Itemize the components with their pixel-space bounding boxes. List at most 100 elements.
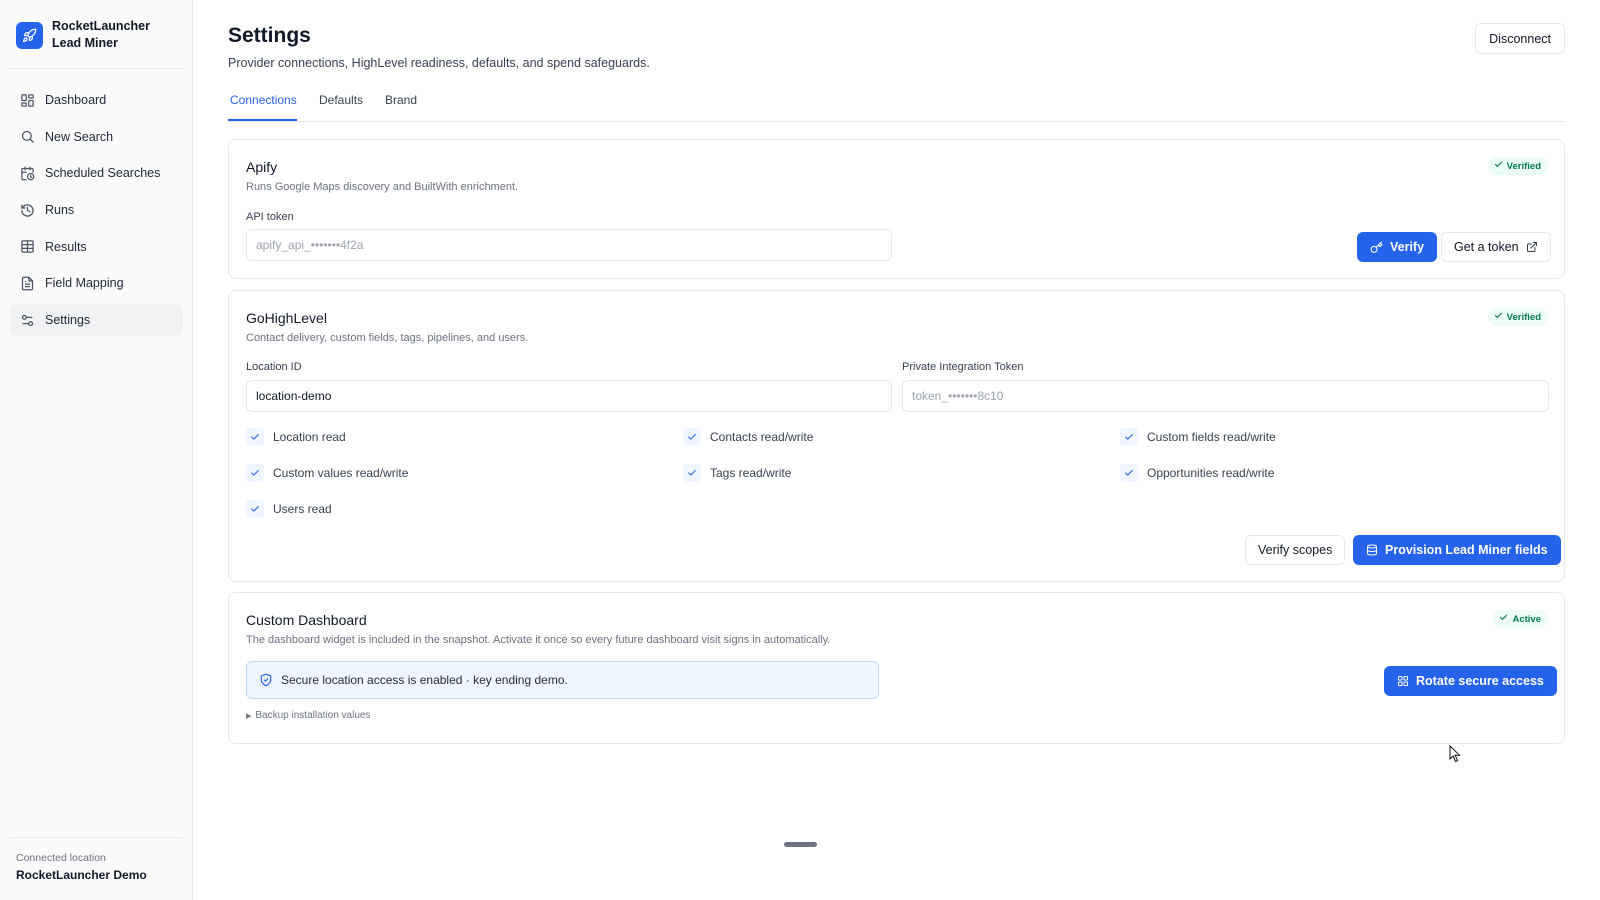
sidebar-item-dashboard[interactable]: Dashboard: [10, 84, 183, 116]
sidebar-item-new-search[interactable]: New Search: [10, 121, 183, 153]
rotate-secure-access-button[interactable]: Rotate secure access: [1384, 666, 1557, 696]
sidebar-nav: Dashboard New Search Scheduled Searches …: [10, 84, 183, 341]
scope-label: Opportunities read/write: [1147, 466, 1275, 480]
file-text-icon: [20, 276, 35, 291]
page-title: Settings: [228, 24, 311, 47]
location-id-label: Location ID: [246, 361, 302, 373]
sidebar-item-settings[interactable]: Settings: [10, 304, 183, 337]
check-icon: [1120, 464, 1138, 482]
brand[interactable]: RocketLauncher Lead Miner: [16, 18, 150, 52]
check-icon: [1494, 311, 1503, 323]
verified-badge: Verified: [1487, 308, 1548, 326]
table-icon: [20, 239, 35, 254]
apify-card: Apify Runs Google Maps discovery and Bui…: [228, 139, 1565, 279]
badge-label: Active: [1512, 613, 1541, 625]
apify-description: Runs Google Maps discovery and BuiltWith…: [246, 181, 519, 193]
verify-scopes-button[interactable]: Verify scopes: [1245, 535, 1346, 565]
scope-item: Custom values read/write: [246, 464, 408, 482]
connected-location-value: RocketLauncher Demo: [16, 868, 147, 882]
backup-installation-toggle[interactable]: ▶ Backup installation values: [246, 710, 370, 721]
sidebar-item-label: Settings: [45, 313, 91, 328]
grid-icon: [1397, 675, 1409, 687]
search-icon: [20, 129, 35, 144]
sidebar-item-label: Dashboard: [45, 93, 107, 107]
sidebar-item-label: Field Mapping: [45, 276, 124, 291]
rotate-secure-access-label: Rotate secure access: [1416, 674, 1544, 688]
sidebar-item-results[interactable]: Results: [10, 231, 183, 263]
get-token-label: Get a token: [1454, 240, 1519, 254]
scope-label: Contacts read/write: [710, 430, 814, 444]
divider: [10, 837, 182, 838]
scope-item: Contacts read/write: [683, 428, 813, 446]
database-icon: [1366, 544, 1378, 556]
dashboard-icon: [20, 93, 35, 108]
sliders-icon: [20, 313, 35, 328]
sidebar-item-label: Runs: [45, 203, 75, 218]
sidebar: RocketLauncher Lead Miner Dashboard New …: [0, 0, 193, 900]
app-name-line2: Lead Miner: [52, 36, 118, 50]
check-icon: [246, 500, 264, 518]
sidebar-item-label: Results: [45, 239, 87, 254]
secure-access-notice: Secure location access is enabled · key …: [246, 661, 879, 699]
tab-connections[interactable]: Connections: [230, 93, 297, 115]
scope-label: Users read: [273, 502, 332, 516]
check-icon: [1499, 613, 1508, 625]
verify-button-label: Verify: [1390, 240, 1425, 254]
rocket-logo-icon: [16, 21, 43, 49]
scope-label: Tags read/write: [710, 466, 792, 480]
custom-dashboard-card: Custom Dashboard The dashboard widget is…: [228, 592, 1565, 744]
check-icon: [683, 428, 701, 446]
shield-check-icon: [259, 673, 273, 687]
gohighlevel-description: Contact delivery, custom fields, tags, p…: [246, 332, 529, 344]
scope-item: Users read: [246, 500, 332, 518]
scope-item: Custom fields read/write: [1120, 428, 1276, 446]
sidebar-item-scheduled-searches[interactable]: Scheduled Searches: [10, 157, 183, 189]
disconnect-button[interactable]: Disconnect: [1475, 23, 1565, 54]
check-icon: [246, 464, 264, 482]
scope-item: Location read: [246, 428, 346, 446]
check-icon: [683, 464, 701, 482]
mouse-pointer-icon: [1449, 744, 1461, 768]
provision-fields-button[interactable]: Provision Lead Miner fields: [1353, 535, 1561, 565]
scope-item: Tags read/write: [683, 464, 791, 482]
verified-badge: Verified: [1487, 157, 1548, 175]
apify-title: Apify: [246, 159, 278, 175]
sidebar-item-runs[interactable]: Runs: [10, 194, 183, 226]
scope-label: Custom fields read/write: [1147, 430, 1276, 444]
scope-label: Custom values read/write: [273, 466, 409, 480]
tab-defaults[interactable]: Defaults: [319, 93, 363, 115]
api-token-label: API token: [246, 211, 294, 223]
sidebar-item-label: Scheduled Searches: [45, 166, 161, 181]
check-icon: [1120, 428, 1138, 446]
verify-button[interactable]: Verify: [1357, 232, 1438, 262]
provision-fields-label: Provision Lead Miner fields: [1385, 543, 1548, 557]
badge-label: Verified: [1506, 311, 1541, 323]
badge-label: Verified: [1506, 160, 1541, 172]
gohighlevel-title: GoHighLevel: [246, 310, 327, 326]
connected-location-label: Connected location: [16, 852, 106, 864]
history-icon: [20, 203, 35, 218]
app-name: RocketLauncher Lead Miner: [52, 18, 150, 52]
check-icon: [246, 428, 264, 446]
page-subtitle: Provider connections, HighLevel readines…: [228, 56, 650, 70]
divider: [10, 68, 182, 69]
external-link-icon: [1526, 241, 1538, 253]
sidebar-item-field-mapping[interactable]: Field Mapping: [10, 267, 183, 299]
private-integration-token-label: Private Integration Token: [902, 361, 1024, 373]
custom-dashboard-description: The dashboard widget is included in the …: [246, 634, 831, 646]
triangle-right-icon: ▶: [246, 712, 252, 720]
secure-access-text: Secure location access is enabled · key …: [281, 673, 568, 687]
settings-tabs: Connections Defaults Brand: [228, 90, 1565, 122]
sidebar-item-label: New Search: [45, 129, 114, 144]
scope-label: Location read: [273, 430, 346, 444]
app-name-line1: RocketLauncher: [52, 19, 150, 33]
resize-handle[interactable]: [784, 842, 817, 847]
check-icon: [1494, 160, 1503, 172]
tab-brand[interactable]: Brand: [385, 93, 417, 115]
get-token-button[interactable]: Get a token: [1441, 232, 1551, 262]
api-token-input[interactable]: apify_api_•••••••4f2a: [246, 229, 892, 261]
key-icon: [1370, 241, 1383, 254]
private-integration-token-input[interactable]: token_•••••••8c10: [902, 380, 1549, 412]
location-id-input[interactable]: location-demo: [246, 380, 892, 412]
backup-installation-label: Backup installation values: [255, 710, 371, 721]
